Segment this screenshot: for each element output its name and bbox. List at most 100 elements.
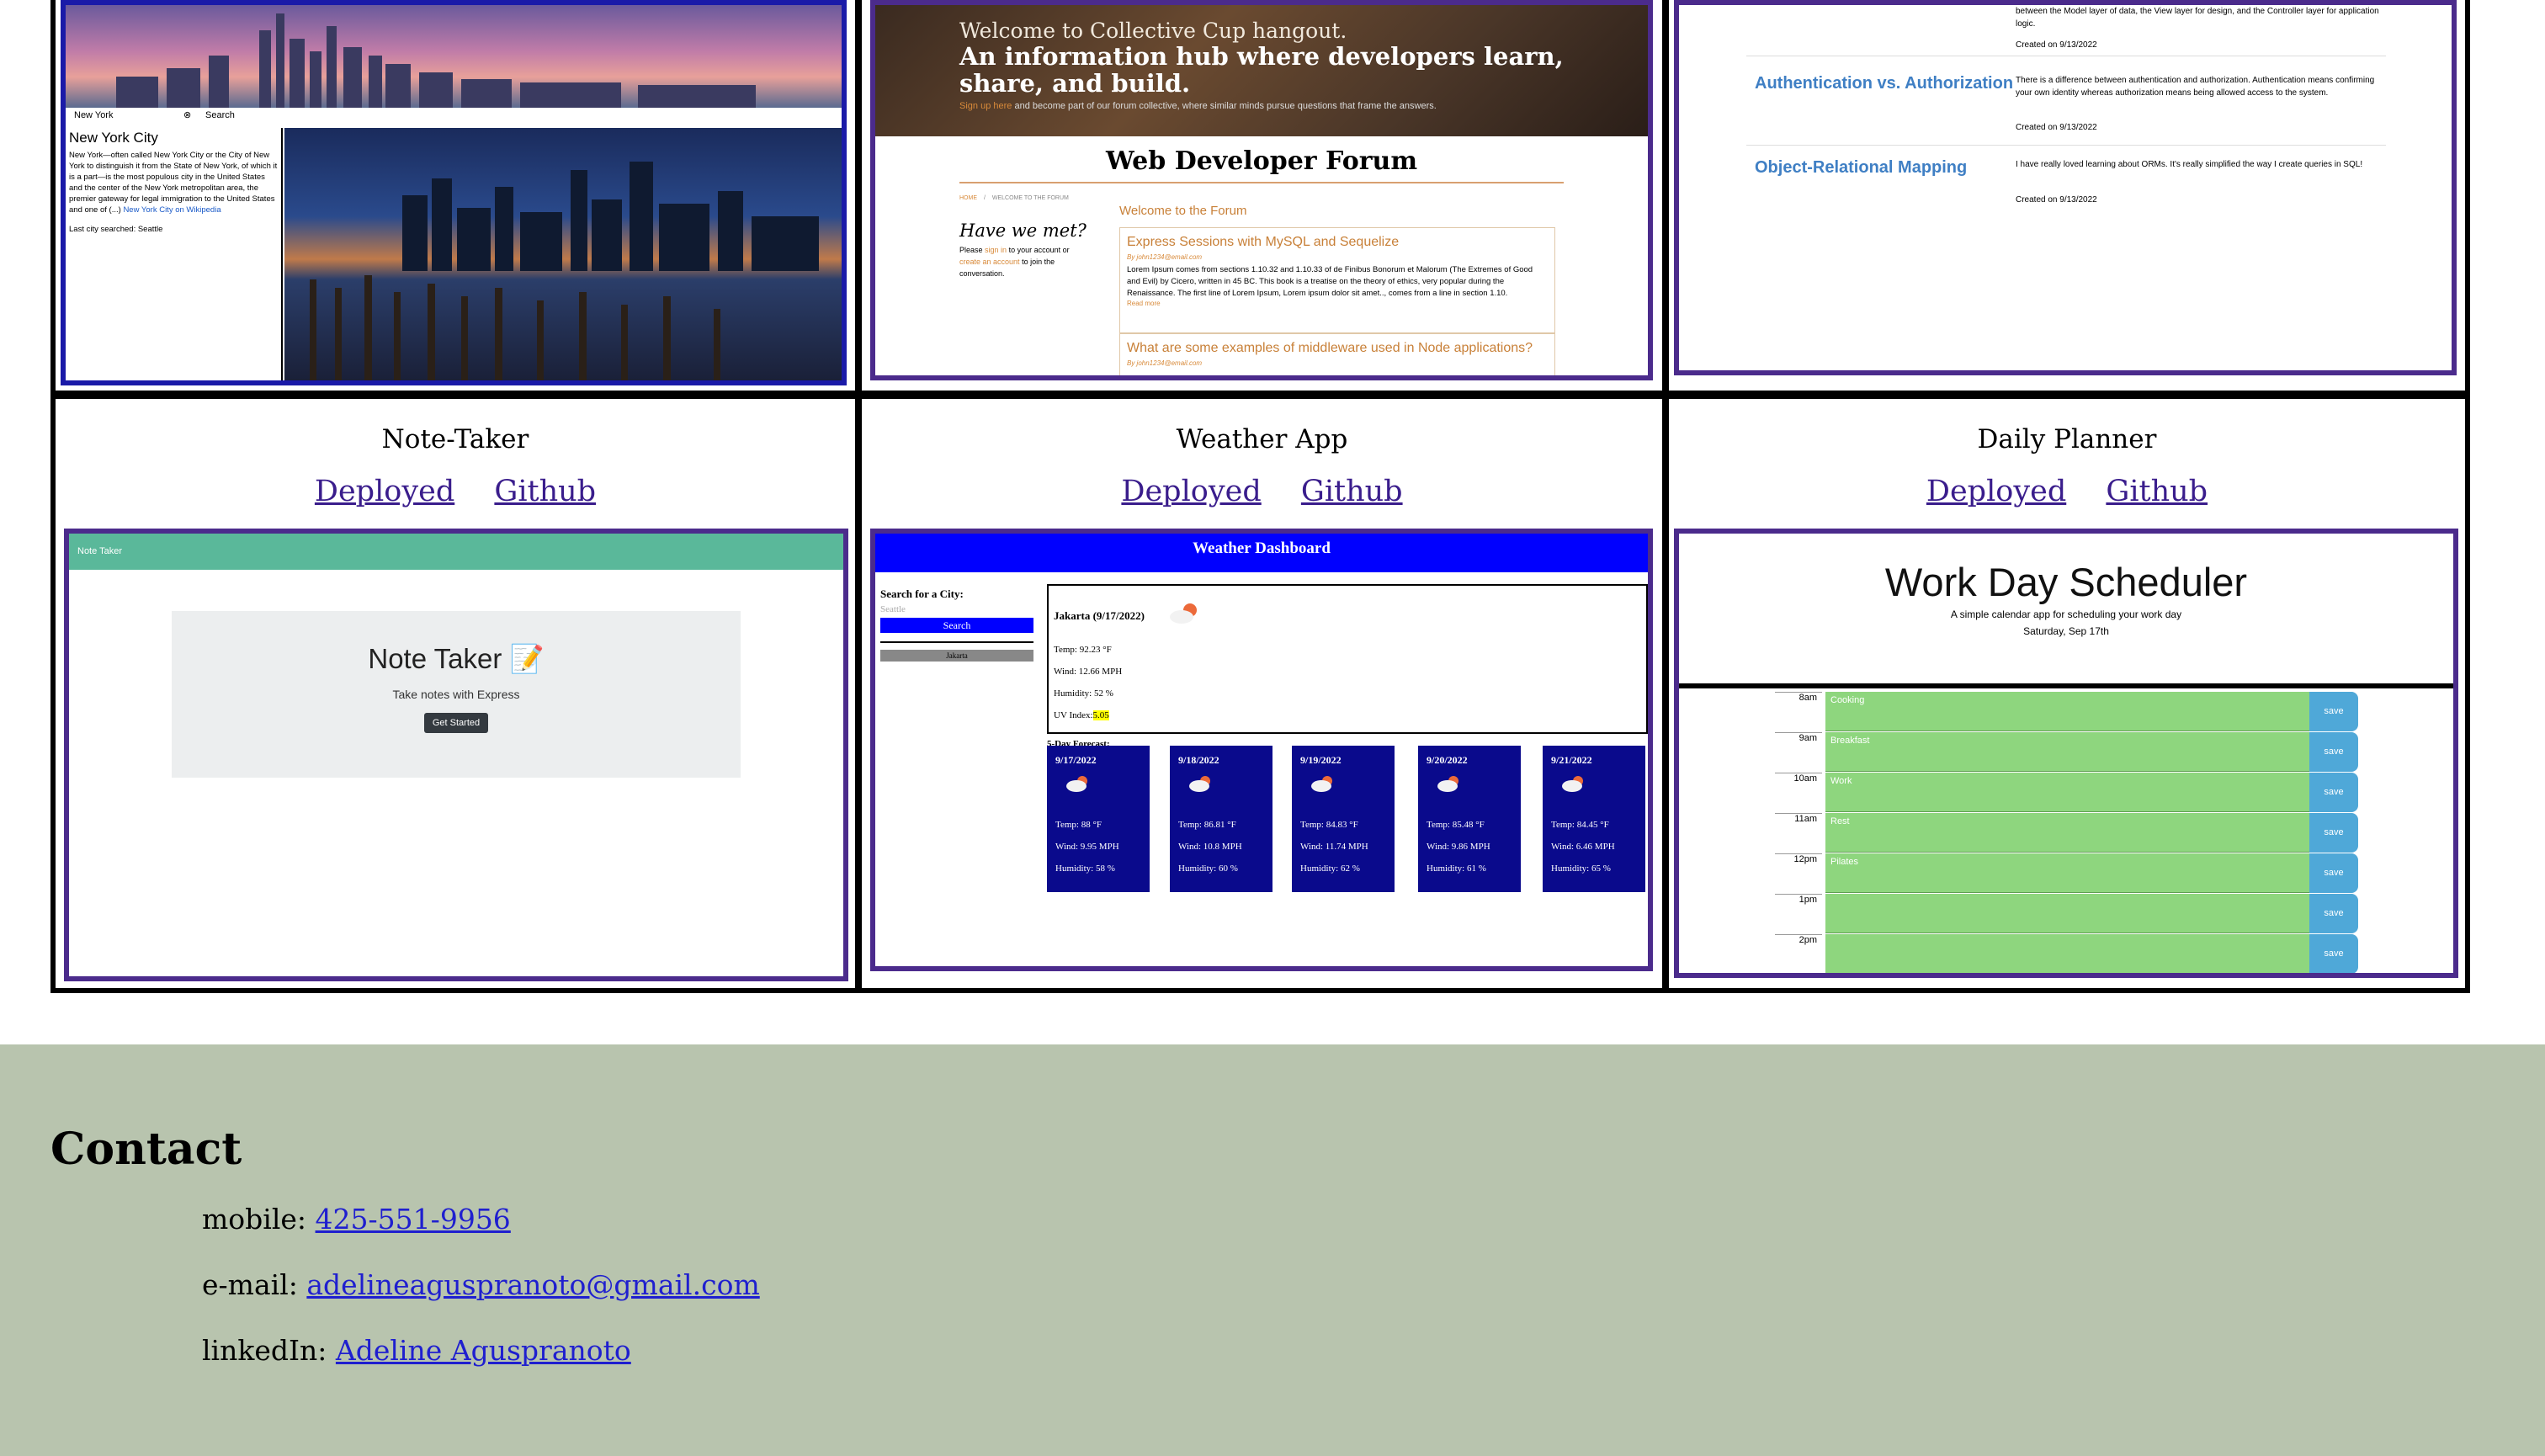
project-card-daily-planner: Daily Planner Deployed Github Work Day S… [1669,399,2465,988]
blog-row[interactable]: Authentication vs. Authorization There i… [1746,61,2386,146]
post-title[interactable]: Express Sessions with MySQL and Sequeliz… [1127,235,1548,250]
save-button[interactable]: save [2309,813,2358,853]
save-button[interactable]: save [2309,732,2358,772]
cloud-sun-icon [1189,776,1210,792]
forecast-humidity: Humidity: 60 % [1178,864,1238,874]
scheduler-jumbotron: Work Day Scheduler A simple calendar app… [1679,534,2453,688]
forecast-temp: Temp: 86.81 °F [1178,820,1236,830]
forecast-temp: Temp: 88 °F [1055,820,1102,830]
current-temp: Temp: 92.23 °F [1054,645,1112,655]
current-weather: Jakarta (9/17/2022) Temp: 92.23 °F Wind:… [1047,584,1648,734]
forecast-humidity: Humidity: 61 % [1427,864,1486,874]
event-textarea[interactable]: Breakfast [1825,732,2309,772]
github-link[interactable]: Github [1301,475,1403,508]
forecast-date: 9/20/2022 [1427,754,1468,766]
post-card[interactable]: What are some examples of middleware use… [1119,333,1555,375]
project-screenshot: Work Day Scheduler A simple calendar app… [1674,529,2458,978]
aside-text: Please sign in to your account or create… [959,246,1070,278]
project-title: Daily Planner [1977,424,2157,454]
post-author: By john1234@email.com [1127,253,1203,261]
blog-row-date: Created on 9/13/2022 [2016,123,2097,132]
event-textarea[interactable]: Work [1825,773,2309,812]
event-textarea[interactable]: Pilates [1825,853,2309,893]
hour-label: 9am [1775,732,1822,773]
event-textarea[interactable] [1825,934,2309,973]
cloud-sun-icon [1170,603,1197,624]
save-button[interactable]: save [2309,853,2358,893]
forecast-humidity: Humidity: 62 % [1300,864,1360,874]
mobile-link[interactable]: 425-551-9956 [316,1203,511,1235]
post-author: By john1234@email.com [1127,359,1203,367]
history-item[interactable]: Jakarta [880,650,1033,662]
blog-row-text: between the Model layer of data, the Vie… [2016,7,2379,29]
forecast-card: 9/21/2022 Temp: 84.45 °F Wind: 6.46 MPH Hum… [1543,746,1645,892]
post-title[interactable]: What are some examples of middleware use… [1127,341,1548,356]
city-photo-skyline [310,162,819,380]
read-more-link[interactable]: Read more [1127,300,1548,307]
save-button[interactable]: save [2309,894,2358,933]
scheduler-date: Saturday, Sep 17th [2023,625,2109,637]
save-button[interactable]: save [2309,692,2358,731]
city-search-input[interactable]: Seattle [880,604,1033,614]
email-link[interactable]: adelineaguspranoto@gmail.com [306,1268,759,1301]
event-textarea[interactable]: Cooking [1825,692,2309,731]
github-link[interactable]: Github [494,475,596,508]
time-block: 8am Cooking save [1775,692,2358,732]
project-card-weather-city: New York ⊗ Search New York City New York… [56,0,855,391]
cloud-sun-icon [1311,776,1332,792]
clear-icon[interactable]: ⊗ [183,109,191,120]
project-links: Deployed Github [56,475,855,508]
project-card-forum: Welcome to Collective Cup hangout. An in… [862,0,1662,391]
city-info-panel: New York City New York—often called New … [66,128,283,380]
create-account-link[interactable]: create an account [959,258,1020,266]
forecast-wind: Wind: 11.74 MPH [1300,842,1368,852]
forecast-card: 9/19/2022 Temp: 84.83 °F Wind: 11.74 MPH Hu… [1292,746,1395,892]
time-blocks: 8am Cooking save 9am Breakfast save 10am Work sa… [1679,688,2453,973]
post-card[interactable]: Express Sessions with MySQL and Sequeliz… [1119,227,1555,333]
time-block: 10am Work save [1775,773,2358,813]
event-textarea[interactable] [1825,894,2309,933]
forecast-card: 9/18/2022 Temp: 86.81 °F Wind: 10.8 MPH Hum… [1170,746,1272,892]
blog-row-partial: between the Model layer of data, the Vie… [1746,5,2386,56]
city-search-input[interactable]: New York [74,110,113,120]
email-label: e-mail: [202,1268,298,1301]
forecast-wind: Wind: 9.86 MPH [1427,842,1490,852]
forecast-date: 9/19/2022 [1300,754,1342,766]
contact-mobile: mobile: 425-551-9956 [202,1203,511,1235]
skyline-silhouette [116,13,756,108]
deployed-link[interactable]: Deployed [1926,475,2066,508]
contact-linkedin: linkedIn: Adeline Aguspranoto [202,1334,631,1367]
blog-row-title[interactable]: Object-Relational Mapping [1755,158,1967,178]
uv-value: 5.05 [1092,710,1109,720]
wikipedia-link[interactable]: New York City on Wikipedia [123,205,220,215]
current-wind: Wind: 12.66 MPH [1054,667,1123,677]
sign-in-link[interactable]: sign in [985,246,1007,254]
event-textarea[interactable]: Rest [1825,813,2309,853]
history-divider [880,641,1033,643]
search-button[interactable]: Search [205,110,235,120]
github-link[interactable]: Github [2106,475,2208,508]
forecast-date: 9/18/2022 [1178,754,1219,766]
time-block: 11am Rest save [1775,813,2358,853]
linkedin-link[interactable]: Adeline Aguspranoto [336,1334,631,1367]
forum-title: Web Developer Forum [1105,146,1418,176]
forecast-temp: Temp: 84.83 °F [1300,820,1358,830]
navbar-brand[interactable]: Note Taker [77,546,122,556]
get-started-button[interactable]: Get Started [423,713,489,733]
jumbotron: Note Taker 📝 Take notes with Express Get… [172,611,741,778]
contact-heading: Contact [50,1124,242,1175]
time-block: 12pm Pilates save [1775,853,2358,894]
scheduler-subtitle: A simple calendar app for scheduling you… [1950,608,2182,620]
title-divider [959,182,1564,183]
search-button[interactable]: Search [880,618,1033,633]
hero-line-3: share, and build. [959,69,1191,98]
blog-row[interactable]: Object-Relational Mapping I have really … [1746,146,2386,205]
save-button[interactable]: save [2309,773,2358,812]
project-screenshot: Welcome to Collective Cup hangout. An in… [870,0,1653,380]
save-button[interactable]: save [2309,934,2358,973]
sign-up-link[interactable]: Sign up here [959,101,1012,111]
breadcrumb-home[interactable]: HOME [959,195,977,201]
deployed-link[interactable]: Deployed [315,475,454,508]
deployed-link[interactable]: Deployed [1121,475,1261,508]
blog-row-title[interactable]: Authentication vs. Authorization [1755,74,2013,93]
